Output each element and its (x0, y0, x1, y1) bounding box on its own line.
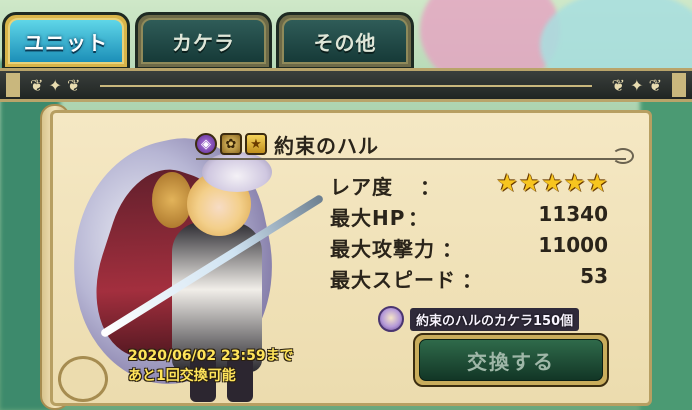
fragment-cost: 約束のハルのカケラ150個 (378, 305, 580, 333)
ornament-left-icon: ❦ ✦ ❦ (30, 76, 81, 95)
unit-name-row: ◈ ✿ ★ 約束のハル (195, 131, 379, 158)
fragment-cost-text: 約束のハルのカケラ150個 (410, 307, 580, 331)
tab-unit-label: ユニット (24, 30, 108, 55)
stat-hp-colon: ： (408, 206, 428, 230)
exchange-button[interactable]: 交換する (413, 333, 609, 387)
exchange-deadline: 2020/06/02 23:59まで あと1回交換可能 (128, 346, 294, 386)
stat-speed-colon: ： (462, 268, 482, 292)
stat-attack-label: 最大攻撃力 (330, 237, 435, 261)
bar-line (100, 85, 592, 87)
deadline-date: 2020/06/02 23:59まで (128, 348, 294, 364)
deadline-remaining: あと1回交換可能 (128, 368, 236, 384)
rarity-stars: ★ ★ ★ ★ ★ (496, 169, 608, 197)
stat-hp: 最大HP ： 11340 (330, 202, 608, 230)
ornate-divider-bar: ❦ ✦ ❦ ❦ ✦ ❦ (0, 68, 692, 102)
gear-badge-icon: ✿ (220, 133, 242, 155)
tab-other[interactable]: その他 (276, 12, 414, 70)
rarity-star-icon: ★ (496, 169, 518, 197)
stat-attack-value: 11000 (538, 233, 608, 257)
element-orb-icon: ◈ (195, 133, 217, 155)
stat-attack-colon: ： (442, 237, 462, 261)
rarity-star-icon: ★ (518, 169, 541, 197)
stat-rarity-colon: ： (420, 175, 440, 199)
stat-rarity: レア度 ： ★ ★ ★ ★ ★ (330, 169, 608, 199)
star-rank-icon: ★ (245, 133, 267, 155)
bar-endcap-right (672, 73, 686, 97)
stat-attack: 最大攻撃力 ： 11000 (330, 233, 608, 261)
ornament-right-icon: ❦ ✦ ❦ (611, 76, 662, 95)
rarity-star-icon: ★ (563, 169, 586, 197)
stat-speed-label: 最大スピード (330, 268, 456, 292)
exchange-button-label: 交換する (467, 349, 555, 374)
tab-other-label: その他 (313, 30, 377, 55)
rarity-star-icon: ★ (586, 169, 608, 197)
stat-hp-label: 最大HP (330, 206, 406, 230)
stat-speed-value: 53 (580, 264, 608, 288)
name-underline (196, 158, 626, 160)
rarity-star-icon: ★ (541, 169, 563, 197)
name-curl-ornament (612, 148, 634, 164)
tab-fragment[interactable]: カケラ (135, 12, 272, 70)
stat-rarity-label: レア度 (330, 175, 393, 199)
stat-hp-value: 11340 (538, 202, 608, 226)
tab-unit[interactable]: ユニット (2, 12, 130, 70)
unit-name: 約束のハル (274, 133, 379, 158)
bar-endcap-left (6, 73, 20, 97)
tab-fragment-label: カケラ (172, 30, 235, 55)
stat-speed: 最大スピード ： 53 (330, 264, 608, 292)
fragment-portrait-icon (378, 306, 404, 332)
